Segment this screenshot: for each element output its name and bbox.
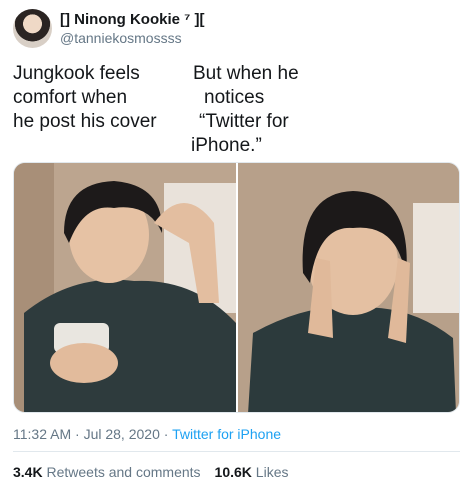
photo-left-illustration bbox=[14, 163, 236, 412]
meta-separator: · bbox=[163, 426, 169, 442]
tweet-timestamp: 11:32 AM · Jul 28, 2020 · Twitter for iP… bbox=[13, 426, 281, 442]
tweet-stats: 3.4K Retweets and comments 10.6K Likes bbox=[13, 464, 288, 480]
media-photo-right[interactable] bbox=[238, 163, 459, 412]
retweets-count: 3.4K bbox=[13, 464, 43, 480]
tweet-card: [] Ninong Kookie ⁷ ][ @tanniekosmossss J… bbox=[0, 0, 474, 492]
photo-right-illustration bbox=[238, 163, 459, 412]
tweet-source-link[interactable]: Twitter for iPhone bbox=[172, 426, 281, 442]
media-photo-left[interactable] bbox=[14, 163, 236, 412]
tweet-time[interactable]: 11:32 AM bbox=[13, 426, 71, 442]
caption-right: But when he notices “Twitter for iPhone.… bbox=[191, 62, 299, 158]
author-handle[interactable]: @tanniekosmossss bbox=[60, 30, 182, 46]
tweet-date[interactable]: Jul 28, 2020 bbox=[84, 426, 160, 442]
caption-left: Jungkook feels comfort when he post his … bbox=[13, 62, 157, 134]
avatar[interactable] bbox=[13, 9, 52, 48]
caption-left-line: Jungkook feels bbox=[13, 63, 140, 84]
retweets-label: Retweets and comments bbox=[46, 464, 201, 480]
caption-right-line: notices bbox=[204, 87, 265, 108]
stats-divider bbox=[13, 451, 460, 452]
caption-left-line: he post his cover bbox=[13, 111, 157, 132]
retweets-stat[interactable]: 3.4K Retweets and comments bbox=[13, 464, 201, 480]
likes-count: 10.6K bbox=[214, 464, 252, 480]
likes-label: Likes bbox=[255, 464, 289, 480]
author-display-name[interactable]: [] Ninong Kookie ⁷ ][ bbox=[60, 11, 205, 28]
likes-stat[interactable]: 10.6K Likes bbox=[215, 464, 289, 480]
caption-right-line: “Twitter for bbox=[199, 111, 289, 132]
meta-separator: · bbox=[75, 426, 80, 442]
media-grid bbox=[13, 162, 460, 413]
caption-right-line: iPhone.” bbox=[191, 135, 262, 156]
caption-right-line: But when he bbox=[193, 63, 299, 84]
caption-left-line: comfort when bbox=[13, 87, 128, 108]
